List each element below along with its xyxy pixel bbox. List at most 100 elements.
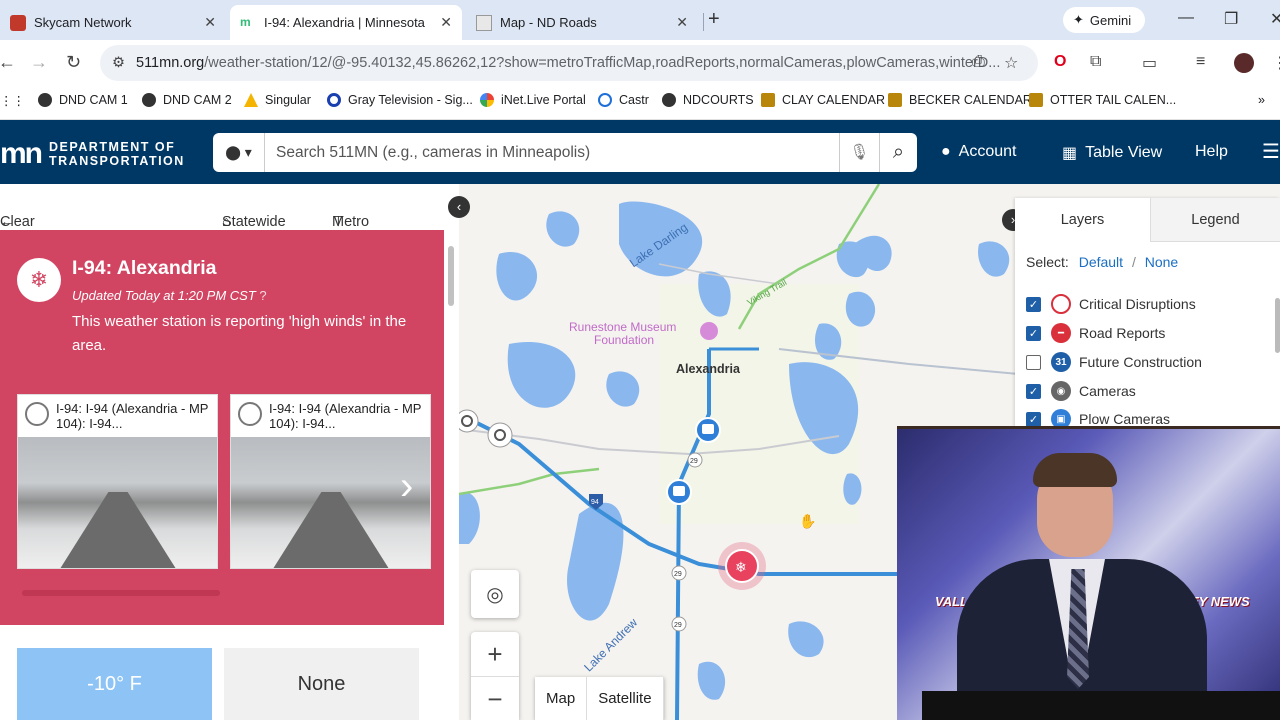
bookmark-label: CLAY CALENDAR	[782, 93, 886, 107]
account-label: Account	[958, 143, 1017, 160]
microphone-icon[interactable]: 🎙	[839, 133, 879, 172]
nd-favicon-icon	[476, 14, 492, 31]
media-icon[interactable]: ≡	[1196, 53, 1205, 71]
profile-avatar[interactable]	[1234, 53, 1254, 73]
bookmark-ndcourts[interactable]: NDCOURTS	[662, 93, 754, 107]
bookmark-otter-tail[interactable]: OTTER TAIL CALEN...	[1029, 93, 1176, 107]
bookmark-dnd-cam-2[interactable]: DND CAM 2	[142, 93, 232, 107]
presenter-webcam: VALLEY NEWS VALLEY NEWS	[897, 426, 1280, 720]
plow-camera-marker-icon[interactable]	[695, 417, 721, 443]
plow-camera-marker-icon[interactable]	[666, 479, 692, 505]
account-link[interactable]: ● Account	[941, 143, 1016, 161]
location-pin-icon[interactable]: ⬤ ▾	[213, 133, 265, 172]
site-header: mn DEPARTMENT OF TRANSPORTATION ⬤ ▾ Searc…	[0, 120, 1280, 184]
layer-road-reports[interactable]: ✓ ━ Road Reports	[1026, 322, 1165, 344]
bookmark-gray-tv[interactable]: Gray Television - Sig...	[327, 93, 473, 107]
bookmark-becker[interactable]: BECKER CALENDAR	[888, 93, 1032, 107]
favorite-icon[interactable]	[25, 402, 49, 426]
tab-layers[interactable]: Layers	[1015, 198, 1150, 242]
panel-subnav: ← Clear Details ⌂ Statewide ⊤ Metro Traf…	[0, 184, 459, 246]
dept-line-1: DEPARTMENT OF	[49, 140, 176, 154]
apps-icon[interactable]: ⋮⋮	[0, 93, 25, 108]
close-window-icon[interactable]: ✕	[1270, 9, 1280, 29]
map-type-map[interactable]: Map	[535, 677, 588, 720]
camera-image[interactable]	[18, 437, 217, 568]
extensions-icon[interactable]: ⧉	[1090, 53, 1101, 71]
collapse-panel-icon[interactable]: ‹	[448, 196, 470, 218]
map-type-satellite[interactable]: Satellite	[587, 677, 664, 720]
tab-nd-roads[interactable]: Map - ND Roads ✕	[466, 5, 698, 40]
close-icon[interactable]: ✕	[204, 14, 216, 31]
site-search: ⬤ ▾ Search 511MN (e.g., cameras in Minne…	[213, 133, 917, 172]
tab-title: Map - ND Roads	[500, 15, 597, 30]
logo-mark: mn	[0, 137, 43, 170]
select-default-link[interactable]: Default	[1079, 254, 1123, 270]
new-tab-button[interactable]: +	[708, 8, 720, 31]
camera-card[interactable]: I-94: I-94 (Alexandria - MP 104): I-94..…	[17, 394, 218, 569]
favorite-icon[interactable]	[238, 402, 262, 426]
carousel-scrollbar[interactable]	[22, 590, 220, 596]
tab-alexandria[interactable]: m I-94: Alexandria | Minnesota 511 ✕	[230, 5, 462, 40]
weather-station-marker-icon[interactable]: ❄	[718, 542, 766, 590]
panel-scrollbar[interactable]	[446, 232, 456, 312]
bookmark-label: Gray Television - Sig...	[348, 93, 473, 107]
zoom-in-button[interactable]: +	[487, 632, 502, 676]
select-none-link[interactable]: None	[1145, 254, 1178, 270]
minimize-icon[interactable]: —	[1178, 9, 1194, 27]
skycam-favicon-icon	[10, 14, 26, 31]
layer-critical-disruptions[interactable]: ✓ Critical Disruptions	[1026, 293, 1196, 315]
close-icon[interactable]: ✕	[440, 14, 452, 31]
weather-alert-card: ❄ I-94: Alexandria Updated Today at 1:20…	[0, 230, 444, 625]
layer-plow-cameras[interactable]: ✓ ▣ Plow Cameras	[1026, 408, 1170, 428]
help-link[interactable]: Help	[1195, 143, 1228, 161]
layer-future-construction[interactable]: 31 Future Construction	[1026, 351, 1202, 373]
bookmark-inet[interactable]: iNet.Live Portal	[480, 93, 586, 107]
help-label: Help	[1195, 143, 1228, 160]
museum-poi-icon[interactable]	[700, 322, 718, 340]
forward-icon[interactable]: →	[30, 52, 48, 73]
gemini-button[interactable]: ✦ Gemini	[1063, 7, 1145, 33]
tab-skycam[interactable]: Skycam Network ✕	[0, 5, 226, 40]
runestone-label-2: Foundation	[594, 333, 654, 347]
hamburger-menu-icon[interactable]: ☰	[1262, 139, 1280, 164]
castr-icon	[598, 93, 612, 107]
alexandria-label: Alexandria	[676, 362, 741, 376]
table-view-link[interactable]: ▦ Table View	[1062, 143, 1162, 163]
reload-icon[interactable]: ↻	[66, 52, 81, 73]
menu-icon[interactable]: ⋮	[1272, 53, 1280, 73]
help-circle-icon[interactable]: ?	[259, 288, 266, 303]
checkbox[interactable]: ✓	[1026, 325, 1041, 341]
svg-text:29: 29	[674, 622, 682, 629]
tab-legend[interactable]: Legend	[1150, 198, 1280, 242]
checkbox[interactable]: ✓	[1026, 296, 1041, 312]
carousel-next-icon[interactable]: ›	[400, 464, 413, 509]
layer-cameras[interactable]: ✓ ◉ Cameras	[1026, 380, 1136, 402]
back-icon[interactable]: ←	[0, 52, 16, 73]
mn-favicon-icon: m	[240, 14, 251, 29]
weather-station-icon: ❄	[17, 258, 61, 302]
bookmark-star-icon[interactable]: ☆	[1004, 53, 1018, 73]
calendar-icon	[1029, 93, 1043, 107]
bookmark-dnd-cam-1[interactable]: DND CAM 1	[38, 93, 128, 107]
install-icon[interactable]: ⎙	[972, 53, 985, 71]
search-input[interactable]: Search 511MN (e.g., cameras in Minneapol…	[265, 144, 839, 162]
address-bar[interactable]: ⚙ 511mn.org/weather-station/12/@-95.4013…	[100, 45, 1038, 81]
checkbox[interactable]	[1026, 354, 1041, 370]
bookmark-castr[interactable]: Castr	[598, 93, 649, 107]
zoom-out-button[interactable]: −	[471, 676, 519, 720]
checkbox[interactable]: ✓	[1026, 383, 1041, 399]
bookmark-clay[interactable]: CLAY CALENDAR	[761, 93, 885, 107]
map-type-control: Map Satellite	[535, 677, 664, 720]
opera-extension-icon[interactable]: O	[1054, 53, 1066, 71]
bookmarks-overflow-icon[interactable]: »	[1258, 93, 1265, 107]
site-info-icon[interactable]: ⚙	[112, 55, 125, 71]
layers-scrollbar[interactable]	[1275, 298, 1280, 353]
restore-icon[interactable]: ❐	[1224, 9, 1238, 29]
locate-me-icon[interactable]: ◎	[471, 570, 519, 618]
cast-icon[interactable]: ▭	[1142, 53, 1157, 73]
close-icon[interactable]: ✕	[676, 14, 688, 31]
mndot-logo[interactable]: mn DEPARTMENT OF TRANSPORTATION	[0, 137, 185, 171]
checkbox[interactable]: ✓	[1026, 411, 1041, 427]
search-icon[interactable]: ⌕	[879, 133, 917, 172]
bookmark-singular[interactable]: Singular	[244, 93, 311, 107]
